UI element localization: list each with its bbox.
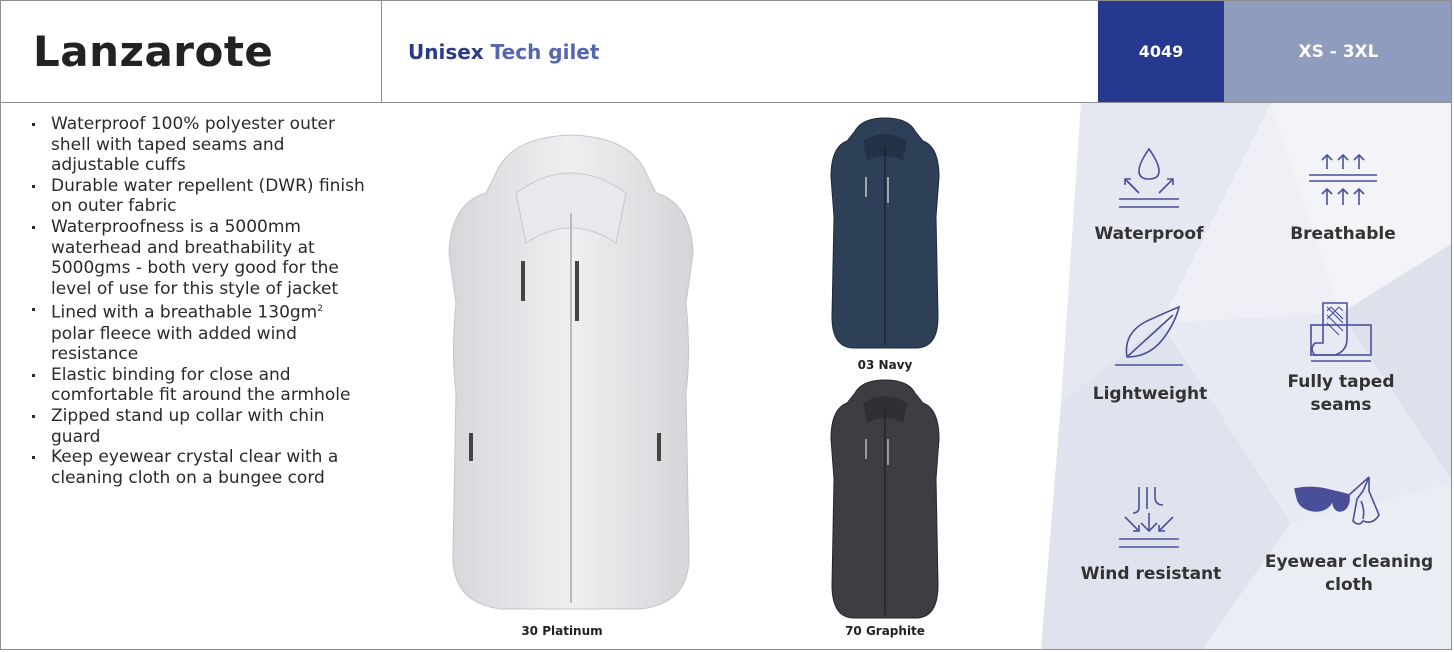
feature-item: Keep eyewear crystal clear with a cleani…: [25, 447, 370, 488]
superscript: 2: [317, 304, 323, 315]
product-name: Lanzarote: [33, 27, 274, 76]
description-type: Tech gilet: [490, 39, 600, 64]
feature-text: Lined with a breathable 130gm: [51, 303, 318, 323]
waterproof-icon: [1119, 147, 1179, 208]
eyewear-cloth-icon: [1294, 476, 1380, 525]
icon-label: Waterproof: [1094, 224, 1204, 244]
product-sheet: Lanzarote Unisex Tech gilet 4049 XS - 3X…: [0, 0, 1452, 650]
feature-item: Waterproofness is a 5000mm waterhead and…: [25, 217, 370, 299]
feature-item: Zipped stand up collar with chin guard: [25, 406, 370, 447]
product-description: Unisex Tech gilet: [408, 40, 599, 64]
product-description-cell: Unisex Tech gilet: [382, 1, 1098, 102]
description-gender: Unisex: [408, 39, 484, 64]
vest-image-graphite: [830, 379, 940, 619]
header-bar: Lanzarote Unisex Tech gilet 4049 XS - 3X…: [1, 1, 1451, 103]
product-caption: 03 Navy: [857, 358, 913, 372]
product-caption: 70 Graphite: [845, 624, 925, 638]
feature-list: Waterproof 100% polyester outer shell wi…: [25, 114, 370, 488]
size-range: XS - 3XL: [1224, 1, 1451, 102]
feature-text: polar fleece with added wind resistance: [51, 323, 297, 365]
product-name-cell: Lanzarote: [1, 1, 382, 102]
taped-seams-icon: [1310, 302, 1372, 362]
vest-image-platinum: [448, 134, 694, 610]
icon-label: Wind resistant: [1080, 564, 1222, 584]
wind-icon: [1119, 487, 1179, 548]
breathable-icon: [1309, 153, 1377, 205]
icon-label: Eyewear cleaning cloth: [1264, 552, 1434, 595]
feature-item: Lined with a breathable 130gm2 polar fle…: [25, 299, 370, 364]
product-code: 4049: [1098, 1, 1224, 102]
feature-item: Waterproof 100% polyester outer shell wi…: [25, 114, 370, 176]
icon-label: Lightweight: [1092, 384, 1208, 404]
icon-label: Fully taped seams: [1287, 372, 1395, 415]
product-caption: 30 Platinum: [521, 624, 603, 638]
features-icon-panel: Waterproof Breathable Lightweight Fully …: [1041, 103, 1451, 649]
icon-label: Breathable: [1290, 224, 1396, 244]
feature-item: Durable water repellent (DWR) finish on …: [25, 176, 370, 217]
feature-item: Elastic binding for close and comfortabl…: [25, 365, 370, 406]
vest-image-navy: [830, 117, 940, 349]
feather-icon: [1115, 305, 1183, 366]
